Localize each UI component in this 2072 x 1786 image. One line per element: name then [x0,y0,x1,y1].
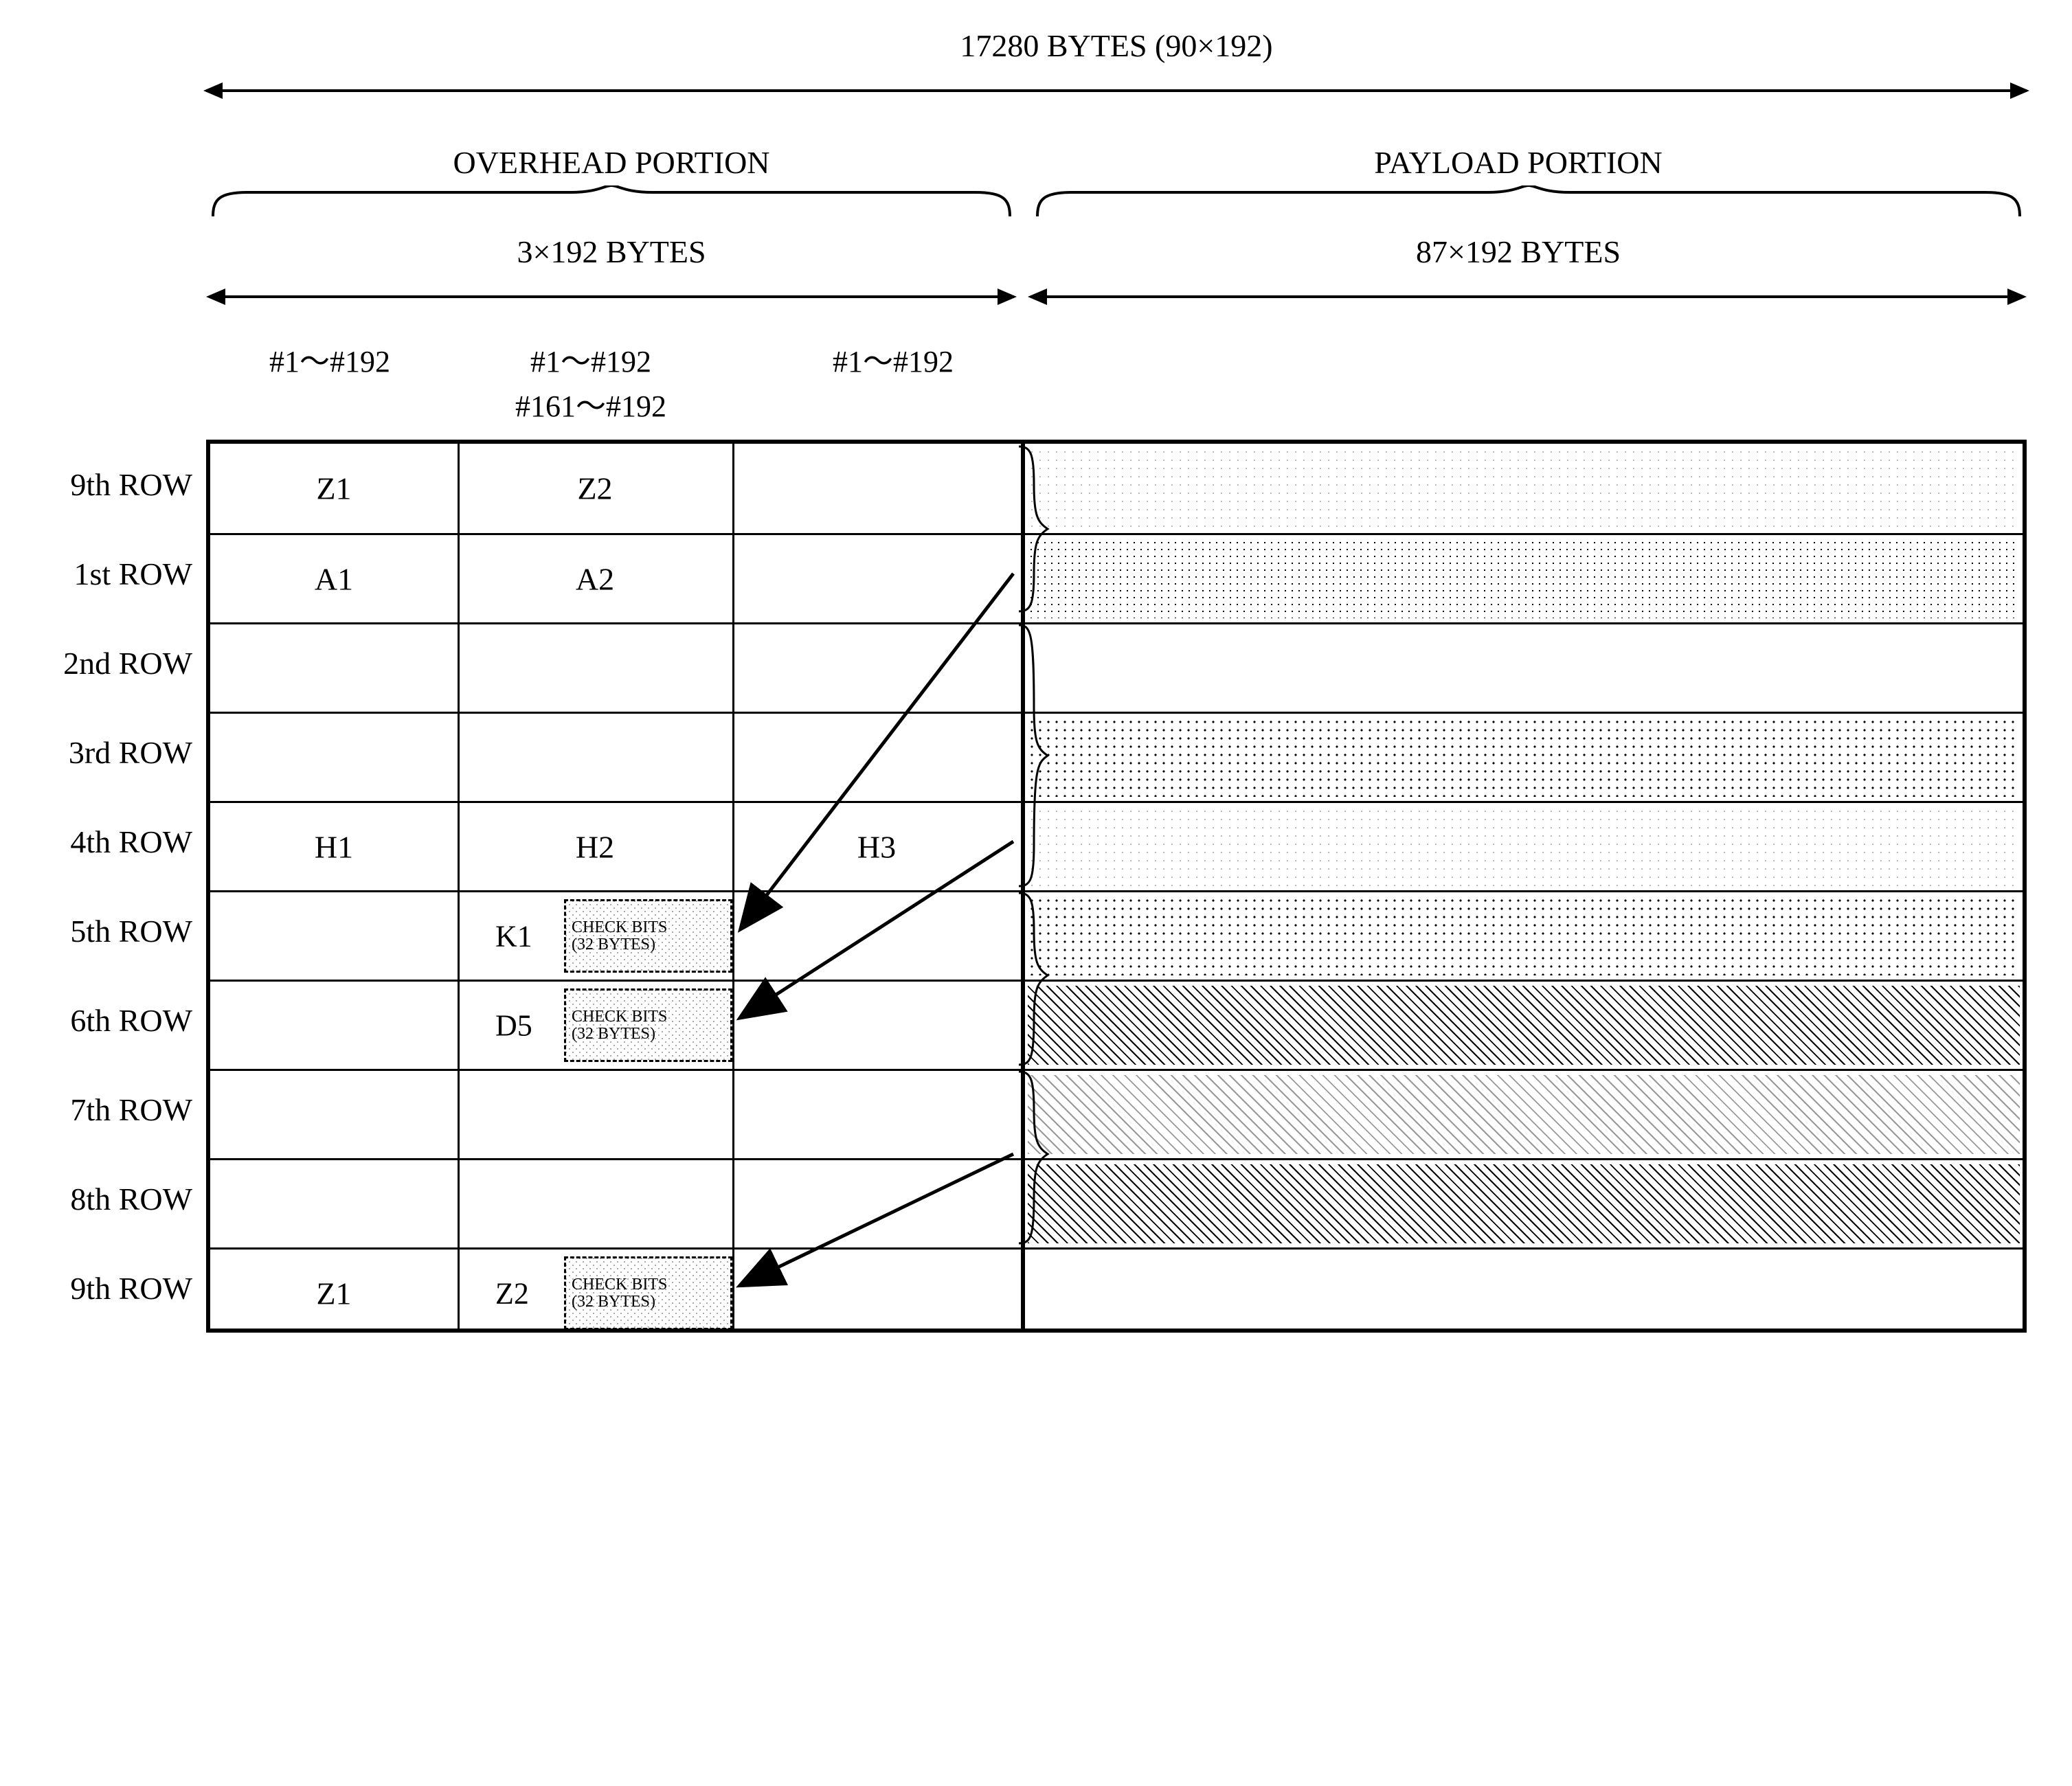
table-row: Z1 Z2 [210,444,2023,533]
overhead-width-arrow [209,295,1014,298]
total-bytes-label: 17280 BYTES (90×192) [960,27,1272,64]
col3-range: #1～#192 [833,337,954,381]
row-label: 9th ROW [70,440,192,529]
total-width-arrow [206,89,2027,92]
cell-c2: Z2 [577,471,612,507]
table-row: K1 CHECK BITS(32 BYTES) [210,890,2023,980]
table-row [210,1158,2023,1247]
row-label: 3rd ROW [69,708,192,797]
payload-cell [1028,448,2020,529]
payload-cell [1028,896,2020,975]
row-label: 7th ROW [70,1065,192,1154]
col2-range-top: #1～#192 [530,337,651,381]
table-row: A1 A2 [210,533,2023,622]
check-bits-label: CHECK BITS(32 BYTES) [572,1276,667,1310]
overhead-brace [206,185,1017,220]
check-bits-label: CHECK BITS(32 BYTES) [572,918,667,953]
payload-cell [1028,718,2020,797]
payload-width-arrow [1031,295,2024,298]
payload-cell [1028,629,2020,708]
cell-c1: Z1 [316,471,351,507]
row-label: 4th ROW [70,797,192,886]
row-label: 9th ROW [70,1243,192,1333]
overhead-title: OVERHEAD PORTION [453,144,769,181]
frame-structure-diagram: 17280 BYTES (90×192) OVERHEAD PORTION PA… [206,0,2061,1408]
check-bits-label: CHECK BITS(32 BYTES) [572,1008,667,1042]
payload-brace [1031,185,2027,220]
cell-c1: A1 [315,561,353,597]
check-bits-box: CHECK BITS(32 BYTES) [564,988,732,1062]
payload-cell [1028,539,2020,618]
payload-cell [1028,1164,2020,1243]
table-row [210,1069,2023,1158]
col2-range-bot: #161～#192 [515,381,666,425]
row-label: 1st ROW [74,529,193,618]
cell-c2: D5 [495,1008,532,1043]
cell-c2: K1 [495,918,532,953]
col1-range: #1～#192 [269,337,390,381]
row-label: 8th ROW [70,1154,192,1243]
payload-cell [1028,807,2020,886]
table-row: Z1 Z2 CHECK BITS(32 BYTES) [210,1247,2023,1337]
cell-c2: H2 [576,828,614,865]
overhead-bytes: 3×192 BYTES [517,234,706,270]
payload-cell [1028,1254,2020,1333]
row-label: 6th ROW [70,975,192,1065]
payload-cell [1028,1075,2020,1154]
check-bits-box: CHECK BITS(32 BYTES) [564,1256,732,1330]
row-label: 5th ROW [70,886,192,975]
cell-c2: Z2 [495,1276,529,1311]
table-row: D5 CHECK BITS(32 BYTES) [210,980,2023,1069]
cell-c1: H1 [315,828,353,865]
cell-c2: A2 [576,561,614,597]
payload-bytes: 87×192 BYTES [1416,234,1621,270]
frame-table: Z1 Z2 A1 A2 [206,440,2027,1333]
cell-c3: H3 [857,828,896,865]
row-label: 2nd ROW [63,618,192,708]
payload-cell [1028,986,2020,1065]
payload-title: PAYLOAD PORTION [1374,144,1662,181]
cell-c1: Z1 [316,1275,351,1311]
check-bits-box: CHECK BITS(32 BYTES) [564,899,732,973]
table-row: H1 H2 H3 [210,801,2023,890]
table-row [210,712,2023,801]
table-row [210,622,2023,712]
